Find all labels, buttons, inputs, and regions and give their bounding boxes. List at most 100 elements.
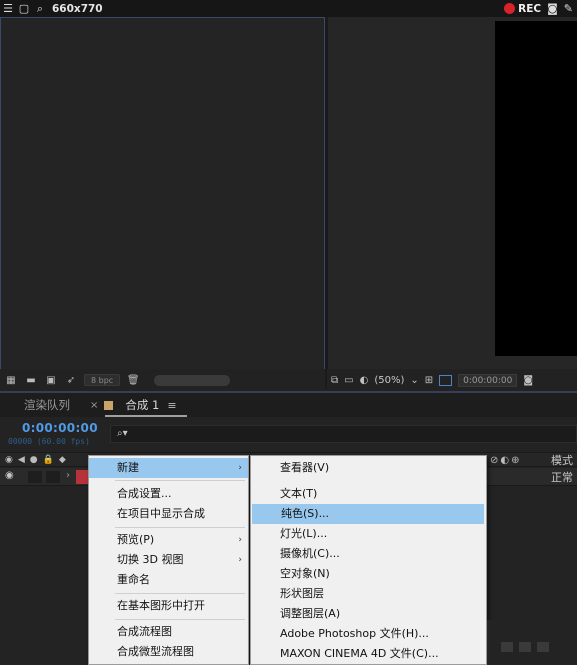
bit-depth-button[interactable]: 8 bpc	[84, 374, 121, 386]
new-folder-icon[interactable]: ▬	[24, 374, 38, 386]
menu-item-label: 在基本图形中打开	[117, 599, 205, 612]
switches-column-icons[interactable]: ⊘◐⊕	[490, 453, 521, 468]
menu-item-label: 合成流程图	[117, 625, 172, 638]
tab-close-icon[interactable]: ×	[90, 400, 98, 411]
watermark-mark	[501, 642, 513, 652]
menu-icon[interactable]: ☰	[0, 0, 16, 17]
menu-separator	[115, 527, 245, 528]
safe-zones-icon[interactable]: ⊞	[425, 375, 433, 386]
composition-viewer-left[interactable]	[0, 17, 325, 389]
expand-arrow-icon[interactable]: ›	[66, 470, 70, 481]
chevron-down-icon[interactable]: ⌄	[410, 375, 418, 386]
menu-item-reveal-in-project[interactable]: 在项目中显示合成	[89, 504, 248, 524]
layer-label-color[interactable]	[76, 470, 88, 484]
menu-item-preview[interactable]: 预览(P) ›	[89, 530, 248, 550]
submenu-item-viewer[interactable]: 查看器(V)	[251, 458, 486, 478]
rocket-icon[interactable]: ➶	[64, 374, 78, 386]
new-submenu: 查看器(V) 文本(T) 纯色(S)... 灯光(L)... 摄像机(C)...…	[250, 455, 487, 665]
trash-icon[interactable]: 🗑	[126, 374, 140, 386]
submenu-item-cinema4d-file[interactable]: MAXON CINEMA 4D 文件(C)...	[251, 644, 486, 664]
submenu-item-adjustment-layer[interactable]: 调整图层(A)	[251, 604, 486, 624]
submenu-item-label: 空对象(N)	[280, 567, 330, 580]
capture-size-label[interactable]: 660x770	[52, 3, 103, 15]
recorder-controls: REC ◙ ✎	[504, 0, 573, 17]
submenu-item-photoshop-file[interactable]: Adobe Photoshop 文件(H)...	[251, 624, 486, 644]
menu-separator	[115, 619, 245, 620]
menu-separator	[115, 593, 245, 594]
submenu-item-label: MAXON CINEMA 4D 文件(C)...	[280, 647, 439, 660]
submenu-item-null-object[interactable]: 空对象(N)	[251, 564, 486, 584]
submenu-item-label: 调整图层(A)	[280, 607, 341, 620]
label-column-icon[interactable]: ◆	[59, 455, 66, 465]
lock-column-icon[interactable]: 🔒	[43, 455, 54, 465]
window-icon[interactable]: ▢	[16, 0, 32, 17]
submenu-item-label: 形状图层	[280, 587, 324, 600]
snapshot-camera-icon[interactable]: ◙	[523, 375, 533, 386]
zoom-dropdown[interactable]: (50%)	[374, 375, 404, 386]
submenu-arrow-icon: ›	[238, 555, 242, 565]
thumbnail-slider[interactable]	[154, 374, 231, 386]
submenu-arrow-icon: ›	[238, 535, 242, 545]
submenu-item-solid[interactable]: 纯色(S)...	[252, 504, 484, 524]
always-preview-icon[interactable]: ⧉	[331, 375, 338, 386]
menu-item-composition-mini-flowchart[interactable]: 合成微型流程图	[89, 642, 248, 662]
composition-color-swatch	[104, 400, 114, 410]
submenu-item-text[interactable]: 文本(T)	[251, 484, 486, 504]
menu-item-new[interactable]: 新建 ›	[89, 458, 248, 478]
camera-icon[interactable]: ◙	[547, 2, 558, 15]
menu-item-composition-settings[interactable]: 合成设置...	[89, 484, 248, 504]
watermark-mark	[537, 642, 549, 652]
submenu-arrow-icon: ›	[238, 463, 242, 473]
search-icon[interactable]: ⌕	[32, 0, 48, 17]
visibility-column-icon[interactable]: ◉	[5, 455, 13, 465]
submenu-item-shape-layer[interactable]: 形状图层	[251, 584, 486, 604]
submenu-item-label: 灯光(L)...	[280, 527, 328, 540]
menu-item-switch-3d-view[interactable]: 切换 3D 视图 ›	[89, 550, 248, 570]
timeline-tab-bar: 渲染队列 × 合成 1 ≡	[0, 393, 577, 417]
submenu-item-camera[interactable]: 摄像机(C)...	[251, 544, 486, 564]
pen-icon[interactable]: ✎	[564, 2, 573, 15]
recorder-toolbar: ☰ ▢ ⌕ 660x770 REC ◙ ✎	[0, 0, 577, 17]
solo-column-icon[interactable]: ●	[30, 455, 38, 465]
menu-item-composition-flowchart[interactable]: 合成流程图	[89, 622, 248, 642]
watermark-area	[487, 620, 577, 665]
region-of-interest-icon[interactable]	[439, 374, 453, 386]
watermark-mark	[519, 642, 531, 652]
menu-item-label: 在项目中显示合成	[117, 507, 205, 520]
record-button[interactable]: REC	[518, 3, 541, 15]
menu-item-label: 新建	[117, 461, 139, 474]
mask-visibility-icon[interactable]: ◐	[360, 375, 369, 386]
record-dot-icon[interactable]	[504, 3, 516, 14]
solo-toggle[interactable]	[46, 471, 60, 483]
audio-toggle[interactable]	[28, 471, 42, 483]
mode-column-header[interactable]: 模式	[551, 453, 573, 468]
layer-blend-mode[interactable]: 正常	[551, 469, 573, 485]
tab-menu-icon[interactable]: ≡	[167, 399, 176, 412]
viewer-canvas[interactable]	[495, 21, 577, 356]
submenu-item-label: 查看器(V)	[280, 461, 330, 474]
menu-separator	[115, 480, 245, 481]
context-menu: 新建 › 合成设置... 在项目中显示合成 预览(P) › 切换 3D 视图 ›…	[88, 455, 249, 665]
audio-column-icon[interactable]: ◀	[18, 455, 25, 465]
menu-item-label: 合成设置...	[117, 487, 172, 500]
project-panel-toolbar: ▦ ▬ ▣ ➶ 8 bpc 🗑	[0, 369, 325, 391]
menu-item-label: 切换 3D 视图	[117, 553, 184, 566]
viewer-timecode[interactable]: 0:00:00:00	[458, 373, 518, 387]
submenu-item-label: 摄像机(C)...	[280, 547, 340, 560]
submenu-item-label: 纯色(S)...	[281, 507, 330, 520]
viewer-toolbar: ⧉ ▭ ◐ (50%) ⌄ ⊞ 0:00:00:00 ◙	[327, 369, 577, 391]
tab-render-queue[interactable]: 渲染队列	[24, 397, 70, 413]
current-time-display[interactable]: 0:00:00:00	[22, 421, 98, 435]
monitor-icon[interactable]: ▭	[344, 375, 353, 386]
tab-composition[interactable]: 合成 1	[125, 397, 159, 413]
new-composition-icon[interactable]: ▣	[44, 374, 58, 386]
menu-item-rename[interactable]: 重命名	[89, 570, 248, 590]
menu-item-label: 重命名	[117, 573, 150, 586]
submenu-item-light[interactable]: 灯光(L)...	[251, 524, 486, 544]
menu-item-label: 合成微型流程图	[117, 645, 194, 658]
interpret-footage-icon[interactable]: ▦	[4, 374, 18, 386]
menu-item-open-in-essential-graphics[interactable]: 在基本图形中打开	[89, 596, 248, 616]
visibility-eye-icon[interactable]: ◉	[5, 470, 14, 481]
layer-search-input[interactable]: ⌕▾	[110, 425, 577, 443]
menu-item-label: 预览(P)	[117, 533, 155, 546]
